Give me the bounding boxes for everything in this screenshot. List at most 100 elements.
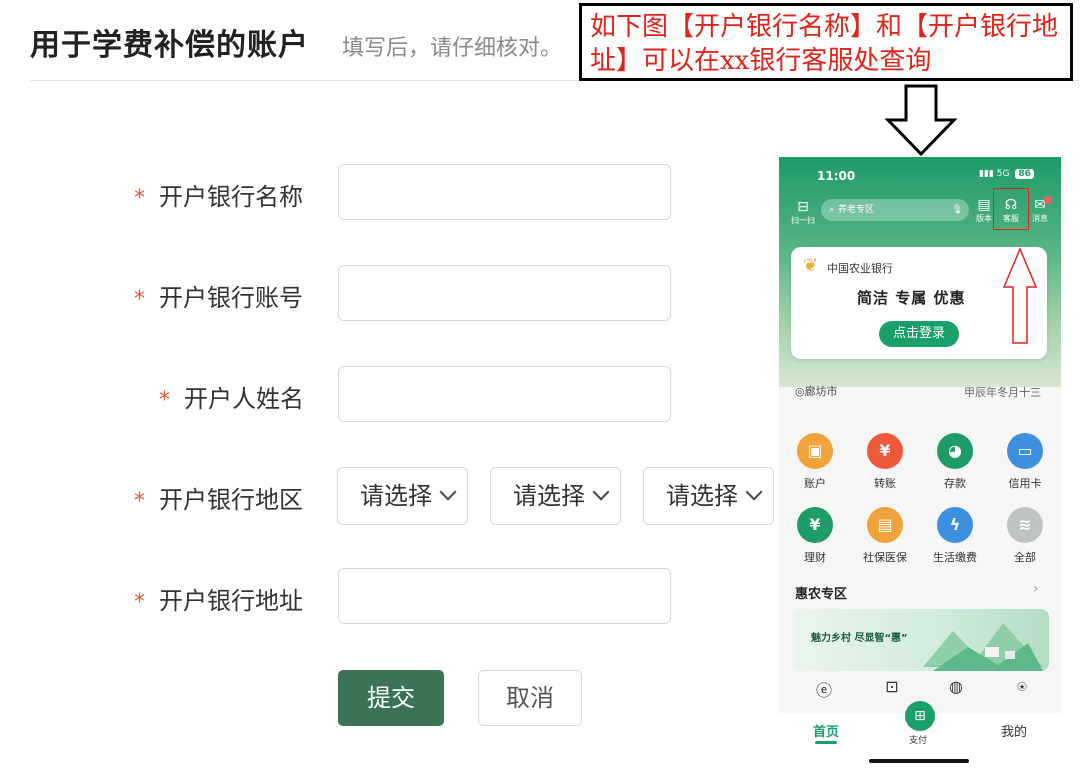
- layers-icon: ≋: [1007, 507, 1043, 543]
- section-title: 惠农专区: [795, 587, 848, 602]
- messages-label: 消息: [1032, 214, 1048, 223]
- submit-button[interactable]: 提交: [338, 670, 444, 726]
- piggy-icon: ◕: [937, 433, 973, 469]
- bank-address-input[interactable]: [338, 568, 671, 624]
- version-label: 版本: [976, 214, 992, 223]
- signal-icon: ▮▮▮: [979, 169, 994, 179]
- search-icon: ⌕: [829, 205, 835, 215]
- drop-icon: ϟ: [937, 507, 973, 543]
- village-illustration-icon: [923, 623, 1043, 671]
- notification-dot: [1044, 196, 1052, 204]
- service-wealth[interactable]: ¥ 理财: [785, 507, 845, 565]
- holder-name-label: * 开户人姓名: [159, 379, 304, 414]
- chevron-right-icon[interactable]: ›: [1033, 581, 1039, 597]
- e-loan-icon[interactable]: ⓔ: [809, 677, 839, 701]
- service-label: 生活缴费: [933, 551, 977, 564]
- cancel-button[interactable]: 取消: [478, 670, 582, 726]
- field-label: 开户银行地区: [159, 486, 303, 514]
- service-label: 账户: [804, 477, 826, 490]
- service-label: 存款: [944, 477, 966, 490]
- phone-screenshot: 11:00 ▮▮▮ 5G 86 ⊟ 扫一扫 ⌕ 养老专区 🎙 ▤ 版本 ☊ 客服 …: [779, 157, 1061, 769]
- battery-icon: 86: [1015, 169, 1034, 179]
- bank-region-label: * 开户银行地区: [134, 480, 303, 515]
- page-title: 用于学费补偿的账户: [30, 28, 309, 63]
- mic-icon: 🎙: [951, 205, 963, 215]
- required-mark: *: [134, 186, 145, 211]
- page-subtitle: 填写后，请仔细核对。: [342, 36, 563, 61]
- bank-name-label: * 开户银行名称: [134, 177, 303, 212]
- bank-name: 中国农业银行: [827, 262, 893, 275]
- bank-address-label: * 开户银行地址: [134, 581, 303, 616]
- nav-home[interactable]: 首页: [813, 721, 839, 740]
- login-button[interactable]: 点击登录: [879, 321, 959, 347]
- transfer-icon: ¥: [867, 433, 903, 469]
- status-time: 11:00: [817, 169, 856, 183]
- nav-pay[interactable]: 支付: [909, 733, 927, 746]
- location-label: 廊坊市: [804, 385, 838, 398]
- home-indicator: [869, 759, 969, 763]
- service-credit-card[interactable]: ▭ 信用卡: [995, 433, 1055, 491]
- chevron-down-icon: [439, 483, 457, 501]
- wallet-icon: ▣: [797, 433, 833, 469]
- service-account[interactable]: ▣ 账户: [785, 433, 845, 491]
- province-select[interactable]: 请选择: [337, 467, 468, 525]
- nav-mine[interactable]: 我的: [1001, 721, 1027, 740]
- status-indicators: ▮▮▮ 5G 86: [979, 169, 1034, 179]
- chevron-down-icon: [745, 483, 763, 501]
- service-label: 信用卡: [1008, 477, 1042, 490]
- service-label: 全部: [1014, 551, 1036, 564]
- required-mark: *: [159, 388, 170, 413]
- hand-coin-icon[interactable]: ⍟: [1007, 677, 1037, 697]
- banner-text: 魅力乡村 尽显智“惠”: [811, 633, 908, 644]
- scan-button[interactable]: ⊟ 扫一扫: [791, 199, 815, 226]
- id-card-icon: ▤: [867, 507, 903, 543]
- qr-pay-icon[interactable]: ⊞: [905, 701, 935, 731]
- lunar-date: 甲辰年冬月十三: [964, 386, 1041, 399]
- required-mark: *: [134, 590, 145, 615]
- nav-active-indicator: [815, 741, 837, 744]
- promo-banner[interactable]: 魅力乡村 尽显智“惠”: [793, 609, 1049, 671]
- service-deposit[interactable]: ◕ 存款: [925, 433, 985, 491]
- bottom-nav: 首页 ⊞ 支付 我的: [779, 701, 1061, 769]
- card-icon: ▭: [1007, 433, 1043, 469]
- location-pin-icon: ◎: [795, 385, 805, 398]
- chevron-down-icon: [592, 483, 610, 501]
- bank-name-input[interactable]: [338, 164, 671, 220]
- account-number-input[interactable]: [338, 265, 671, 321]
- chart-icon[interactable]: ⊡: [877, 677, 907, 696]
- field-label: 开户银行名称: [159, 183, 303, 211]
- scan-label: 扫一扫: [791, 216, 815, 225]
- service-transfer[interactable]: ¥ 转账: [855, 433, 915, 491]
- coin-bag-icon[interactable]: ◍: [941, 677, 971, 696]
- service-label: 转账: [874, 477, 896, 490]
- account-number-label: * 开户银行账号: [134, 278, 303, 313]
- wheat-logo-icon: ❦: [803, 255, 819, 276]
- search-placeholder: 养老专区: [838, 205, 875, 215]
- version-button[interactable]: ▤ 版本: [973, 197, 995, 224]
- location: ◎廊坊市: [795, 383, 838, 399]
- select-value: 请选择: [666, 482, 738, 510]
- slogan: 简洁 专属 优惠: [857, 289, 966, 307]
- search-input[interactable]: ⌕ 养老专区 🎙: [821, 199, 969, 221]
- holder-name-input[interactable]: [338, 366, 671, 422]
- highlight-box: [993, 188, 1029, 230]
- required-mark: *: [134, 489, 145, 514]
- annotation-note: 如下图【开户银行名称】和【开户银行地址】可以在xx银行客服处查询: [579, 3, 1073, 81]
- network-label: 5G: [996, 169, 1010, 179]
- required-mark: *: [134, 287, 145, 312]
- service-all[interactable]: ≋ 全部: [995, 507, 1055, 565]
- field-label: 开户银行账号: [159, 284, 303, 312]
- field-label: 开户人姓名: [184, 385, 304, 413]
- service-label: 理财: [804, 551, 826, 564]
- arrow-up-icon: [1002, 247, 1038, 344]
- arrow-down-icon: [884, 84, 958, 157]
- scan-icon: ⊟: [797, 199, 809, 215]
- service-utilities[interactable]: ϟ 生活缴费: [925, 507, 985, 565]
- service-social-insurance[interactable]: ▤ 社保医保: [855, 507, 915, 565]
- select-value: 请选择: [513, 482, 585, 510]
- city-select[interactable]: 请选择: [490, 467, 621, 525]
- version-icon: ▤: [977, 197, 991, 213]
- money-bag-icon: ¥: [797, 507, 833, 543]
- service-label: 社保医保: [863, 551, 907, 564]
- district-select[interactable]: 请选择: [643, 467, 774, 525]
